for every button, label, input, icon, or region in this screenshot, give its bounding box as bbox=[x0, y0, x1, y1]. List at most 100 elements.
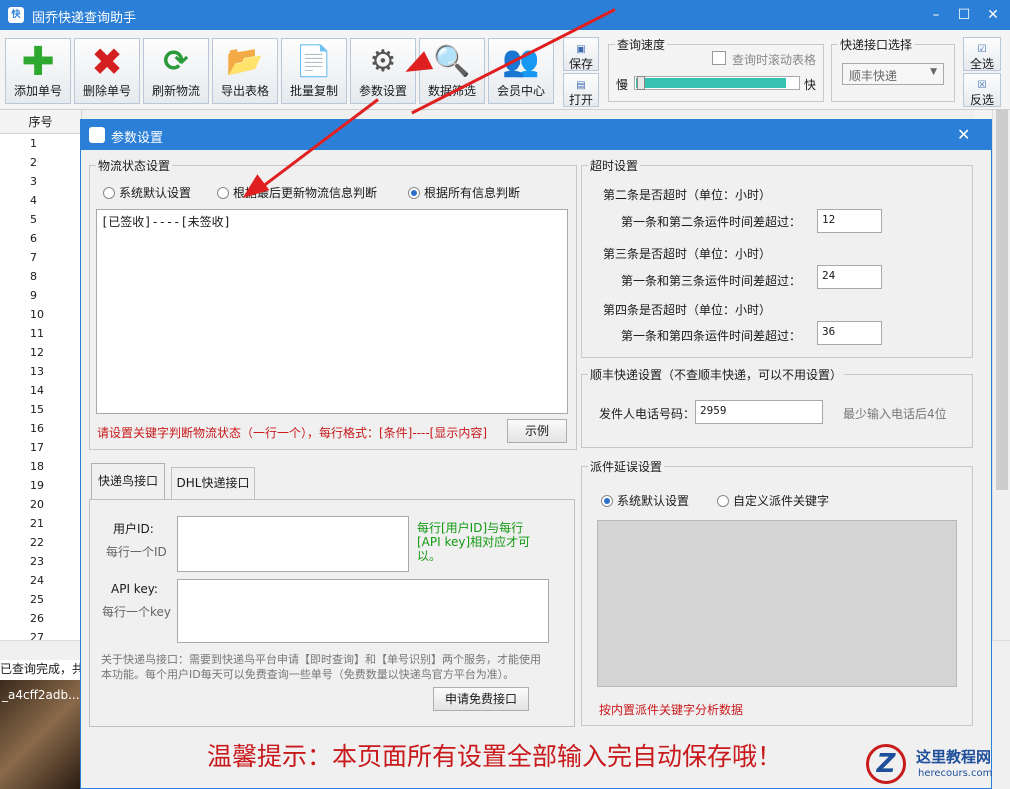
user-id-textarea[interactable] bbox=[177, 516, 409, 572]
table-row[interactable]: 19 bbox=[0, 476, 81, 495]
member-center-button[interactable]: 👥 会员中心 bbox=[488, 38, 554, 104]
radio-system-default[interactable]: 系统默认设置 bbox=[103, 184, 191, 201]
copy-icon: 📄 bbox=[295, 44, 333, 79]
checklist-icon: ☑ bbox=[977, 44, 987, 55]
sf-phone-label: 发件人电话号码： bbox=[599, 407, 696, 421]
plus-icon: ✚ bbox=[21, 39, 55, 85]
table-row[interactable]: 9 bbox=[0, 286, 81, 305]
speed-fast-label: 快 bbox=[804, 78, 817, 92]
batch-copy-button[interactable]: 📄 批量复制 bbox=[281, 38, 347, 104]
table-row[interactable]: 6 bbox=[0, 229, 81, 248]
dispatch-keywords-textarea[interactable] bbox=[597, 520, 957, 687]
table-row[interactable]: 20 bbox=[0, 495, 81, 514]
timeout-q2: 第二条是否超时（单位：小时） bbox=[603, 188, 772, 202]
api-about-text: 关于快递鸟接口：需要到快递鸟平台申请【即时查询】和【单号识别】两个服务，才能使用… bbox=[101, 653, 541, 681]
table-row[interactable]: 11 bbox=[0, 324, 81, 343]
table-row[interactable]: 7 bbox=[0, 248, 81, 267]
user-id-sublabel: 每行一个ID bbox=[106, 545, 167, 559]
tab-dhl[interactable]: DHL快递接口 bbox=[171, 467, 255, 499]
timeout-q4: 第四条是否超时（单位：小时） bbox=[603, 303, 772, 317]
radio-icon bbox=[217, 187, 229, 199]
timeout-input-4[interactable]: 36 bbox=[817, 321, 882, 345]
status-rules-textarea[interactable]: [已签收]----[未签收] bbox=[96, 209, 568, 414]
table-row[interactable]: 23 bbox=[0, 552, 81, 571]
close-button[interactable]: ✕ bbox=[982, 4, 1004, 26]
desktop-background: _a4cff2adb... bbox=[0, 680, 80, 789]
open-button[interactable]: ▤ 打开 bbox=[563, 73, 599, 107]
invert-select-button[interactable]: ☒ 反选 bbox=[963, 73, 1001, 107]
minimize-button[interactable]: – bbox=[925, 4, 947, 26]
timeout-q3: 第三条是否超时（单位：小时） bbox=[603, 247, 772, 261]
table-row[interactable]: 12 bbox=[0, 343, 81, 362]
app-title: 固乔快递查询助手 bbox=[32, 11, 137, 26]
scroll-table-checkbox[interactable] bbox=[712, 51, 726, 65]
table-vertical-scrollbar[interactable] bbox=[992, 110, 1010, 645]
export-table-button[interactable]: 📂 导出表格 bbox=[212, 38, 278, 104]
watermark-url: herecours.com bbox=[918, 768, 993, 779]
dialog-title: 参数设置 bbox=[111, 131, 164, 146]
table-row[interactable]: 21 bbox=[0, 514, 81, 533]
dispatch-note: 按内置派件关键字分析数据 bbox=[599, 703, 744, 717]
tab-kdniao[interactable]: 快递鸟接口 bbox=[91, 463, 165, 499]
apply-free-api-button[interactable]: 申请免费接口 bbox=[433, 687, 529, 711]
table-row[interactable]: 15 bbox=[0, 400, 81, 419]
radio-all-info[interactable]: 根据所有信息判断 bbox=[408, 184, 520, 201]
save-icon: ▣ bbox=[576, 44, 586, 55]
speed-slider[interactable] bbox=[634, 76, 800, 90]
pair-note: 每行[用户ID]与每行[API key]相对应才可以。 bbox=[417, 521, 531, 563]
api-key-textarea[interactable] bbox=[177, 579, 549, 643]
watermark-logo: Z 这里教程网 herecours.com bbox=[866, 740, 1010, 789]
example-button[interactable]: 示例 bbox=[507, 419, 567, 443]
delete-order-button[interactable]: ✖ 删除单号 bbox=[74, 38, 140, 104]
maximize-button[interactable]: ☐ bbox=[953, 4, 975, 26]
timeout-input-2[interactable]: 12 bbox=[817, 209, 882, 233]
user-id-label: 用户ID: bbox=[113, 522, 154, 536]
watermark-emblem-icon: Z bbox=[866, 744, 906, 784]
folder-export-icon: 📂 bbox=[226, 44, 264, 79]
table-row[interactable]: 1 bbox=[0, 134, 81, 153]
add-order-button[interactable]: ✚ 添加单号 bbox=[5, 38, 71, 104]
gear-icon: ⚙ bbox=[369, 44, 397, 79]
scrollbar-thumb[interactable] bbox=[996, 110, 1008, 490]
table-row[interactable]: 18 bbox=[0, 457, 81, 476]
settings-dialog: 参数设置 ✕ 物流状态设置 系统默认设置 根据最后更新物流信息判断 根据所有信息… bbox=[80, 119, 992, 789]
table-row[interactable]: 4 bbox=[0, 191, 81, 210]
table-row[interactable]: 17 bbox=[0, 438, 81, 457]
save-button[interactable]: ▣ 保存 bbox=[563, 37, 599, 71]
dialog-close-button[interactable]: ✕ bbox=[957, 125, 970, 144]
select-all-button[interactable]: ☑ 全选 bbox=[963, 37, 1001, 71]
table-row[interactable]: 22 bbox=[0, 533, 81, 552]
table-row[interactable]: 10 bbox=[0, 305, 81, 324]
timeout-label-3: 第一条和第三条运件时间差超过： bbox=[621, 274, 802, 288]
table-row[interactable]: 25 bbox=[0, 590, 81, 609]
delete-icon: ✖ bbox=[91, 40, 123, 84]
table-row[interactable]: 24 bbox=[0, 571, 81, 590]
sf-phone-input[interactable]: 2959 bbox=[695, 400, 823, 424]
table-row[interactable]: 13 bbox=[0, 362, 81, 381]
table-row[interactable]: 2 bbox=[0, 153, 81, 172]
table-row[interactable]: 14 bbox=[0, 381, 81, 400]
timeout-input-3[interactable]: 24 bbox=[817, 265, 882, 289]
speed-slider-fill bbox=[636, 78, 786, 88]
radio-checked-icon bbox=[601, 495, 613, 507]
interface-select[interactable]: 顺丰快递 ▼ bbox=[842, 63, 944, 85]
orders-table: 序号 1 2 3 4 5 6 7 8 9 10 11 12 13 14 15 16 17 18 19 20 21 22 23… bbox=[0, 110, 82, 645]
sf-phone-hint: 最少输入电话后4位 bbox=[843, 407, 947, 421]
dialog-titlebar: 参数设置 ✕ bbox=[81, 120, 991, 150]
scroll-table-label: 查询时滚动表格 bbox=[732, 53, 817, 67]
open-icon: ▤ bbox=[576, 80, 586, 91]
table-row[interactable]: 26 bbox=[0, 609, 81, 628]
dispatch-radio-custom[interactable]: 自定义派件关键字 bbox=[717, 492, 829, 509]
refresh-logistics-button[interactable]: ⟳ 刷新物流 bbox=[143, 38, 209, 104]
dispatch-radio-default[interactable]: 系统默认设置 bbox=[601, 492, 689, 509]
rules-hint: 请设置关键字判断物流状态（一行一个），每行格式：[条件]----[显示内容] bbox=[97, 426, 488, 440]
status-text: 已查询完成，共 bbox=[0, 660, 82, 680]
table-row[interactable]: 5 bbox=[0, 210, 81, 229]
api-key-sublabel: 每行一个key bbox=[102, 605, 172, 619]
radio-icon bbox=[103, 187, 115, 199]
table-row[interactable]: 3 bbox=[0, 172, 81, 191]
speed-slider-thumb[interactable] bbox=[637, 76, 645, 90]
auto-save-tip: 温馨提示：本页面所有设置全部输入完自动保存哦！ bbox=[207, 742, 783, 771]
table-row[interactable]: 16 bbox=[0, 419, 81, 438]
table-row[interactable]: 8 bbox=[0, 267, 81, 286]
